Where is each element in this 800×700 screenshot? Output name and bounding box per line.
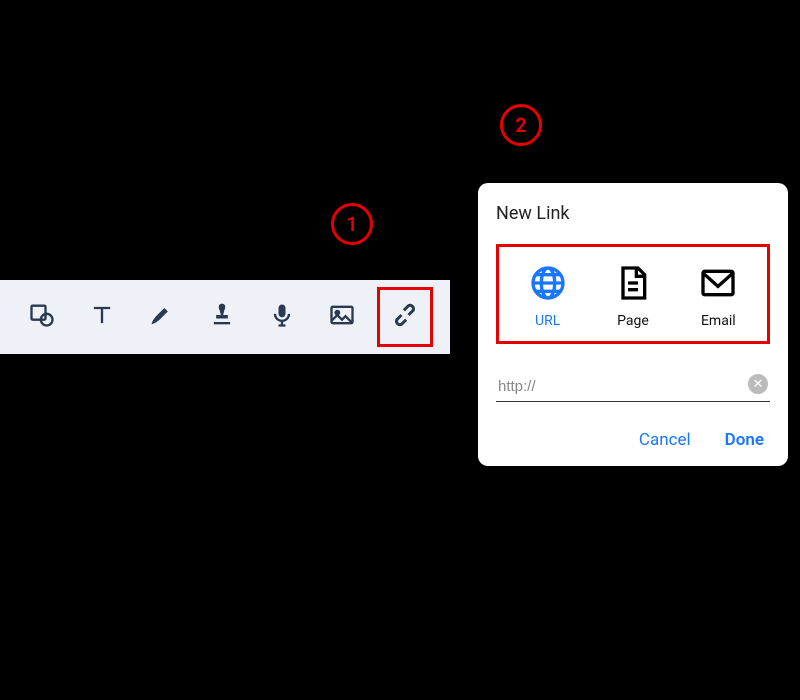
text-icon xyxy=(88,301,116,333)
link-type-selector: URL Page Email xyxy=(496,244,770,344)
url-field: ✕ xyxy=(496,372,770,402)
step-badge-1-label: 1 xyxy=(346,212,357,236)
link-tool-button[interactable] xyxy=(377,287,433,347)
dialog-actions: Cancel Done xyxy=(496,430,770,450)
text-tool-button[interactable] xyxy=(77,290,127,344)
image-tool-button[interactable] xyxy=(317,290,367,344)
stamp-tool-button[interactable] xyxy=(197,290,247,344)
microphone-icon xyxy=(268,301,296,333)
shape-tool-button[interactable] xyxy=(17,290,67,344)
globe-icon xyxy=(526,261,570,305)
step-badge-2-label: 2 xyxy=(515,113,526,137)
page-icon xyxy=(611,261,655,305)
new-link-dialog: New Link URL Page xyxy=(478,183,788,466)
link-type-url[interactable]: URL xyxy=(508,261,588,329)
url-input[interactable] xyxy=(496,372,770,402)
link-type-page-label: Page xyxy=(617,313,649,329)
link-type-email-label: Email xyxy=(701,313,736,329)
link-type-email[interactable]: Email xyxy=(678,261,758,329)
close-icon: ✕ xyxy=(753,377,764,392)
step-badge-1: 1 xyxy=(331,203,373,245)
image-icon xyxy=(328,301,356,333)
pen-tool-button[interactable] xyxy=(137,290,187,344)
link-type-page[interactable]: Page xyxy=(593,261,673,329)
stamp-icon xyxy=(208,301,236,333)
link-icon xyxy=(391,301,419,333)
email-icon xyxy=(696,261,740,305)
mic-tool-button[interactable] xyxy=(257,290,307,344)
link-type-url-label: URL xyxy=(535,313,560,329)
shape-icon xyxy=(28,301,56,333)
annotation-toolbar xyxy=(0,280,450,354)
cancel-button[interactable]: Cancel xyxy=(639,430,691,450)
clear-input-button[interactable]: ✕ xyxy=(748,374,768,394)
dialog-title: New Link xyxy=(496,203,770,224)
step-badge-2: 2 xyxy=(500,104,542,146)
done-button[interactable]: Done xyxy=(725,430,764,450)
pen-icon xyxy=(148,301,176,333)
